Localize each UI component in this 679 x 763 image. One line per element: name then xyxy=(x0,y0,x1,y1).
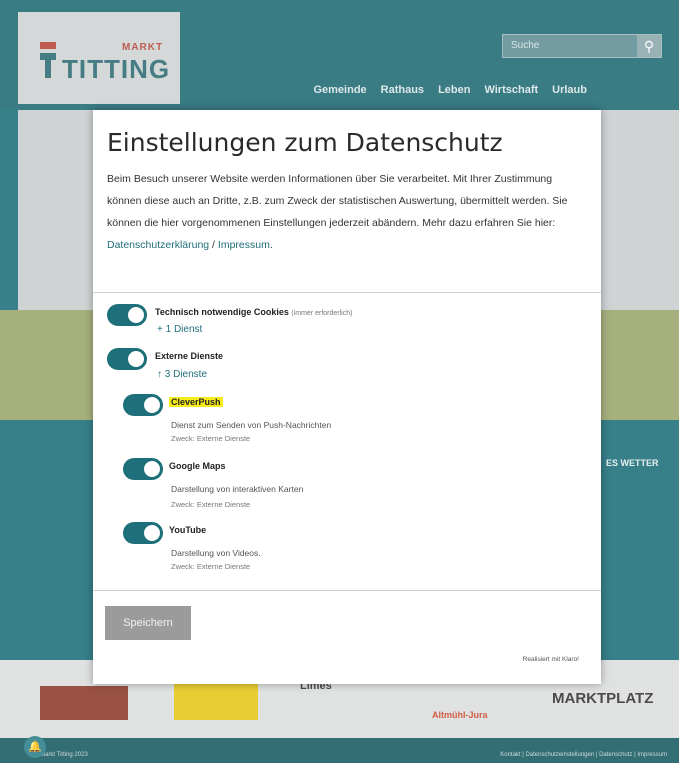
intro-text: Beim Besuch unserer Website werden Infor… xyxy=(107,173,568,229)
service-name-google-maps: Google Maps xyxy=(169,461,226,471)
privacy-settings-dialog: Einstellungen zum Datenschutz Beim Besuc… xyxy=(93,110,601,684)
privacy-policy-link[interactable]: Datenschutzerklärung xyxy=(107,239,209,251)
service-purpose-cleverpush: Zweck: Externe Dienste xyxy=(171,434,251,443)
klaro-credit-link[interactable]: Realisiert mit Klaro! xyxy=(523,656,579,663)
service-purpose-youtube: Zweck: Externe Dienste xyxy=(171,562,251,571)
dialog-title: Einstellungen zum Datenschutz xyxy=(107,128,503,157)
toggle-cleverpush[interactable] xyxy=(123,394,163,416)
service-desc-google-maps: Darstellung von interaktiven Karten xyxy=(171,484,304,494)
save-button[interactable]: Speichern xyxy=(105,606,191,640)
service-purpose-google-maps: Zweck: Externe Dienste xyxy=(171,500,251,509)
link-separator: / xyxy=(209,239,218,251)
divider xyxy=(93,590,601,591)
group-note-required: (immer erforderlich) xyxy=(291,310,353,317)
toggle-google-maps[interactable] xyxy=(123,458,163,480)
service-desc-cleverpush: Dienst zum Senden von Push-Nachrichten xyxy=(171,420,332,430)
toggle-youtube[interactable] xyxy=(123,522,163,544)
service-name-youtube: YouTube xyxy=(169,525,207,535)
group-label-external: Externe Dienste xyxy=(155,351,224,361)
toggle-required-cookies[interactable] xyxy=(107,304,147,326)
service-desc-youtube: Darstellung von Videos. xyxy=(171,548,261,558)
group-label-required: Technisch notwendige Cookies (immer erfo… xyxy=(155,307,353,317)
services-link-required[interactable]: + 1 Dienst xyxy=(157,324,202,335)
toggle-external-services[interactable] xyxy=(107,348,147,370)
imprint-link[interactable]: Impressum xyxy=(218,239,270,251)
service-name-cleverpush: CleverPush xyxy=(169,397,223,407)
divider xyxy=(93,292,601,293)
services-link-external[interactable]: ↑ 3 Dienste xyxy=(157,369,207,380)
dialog-intro: Beim Besuch unserer Website werden Infor… xyxy=(107,173,568,251)
